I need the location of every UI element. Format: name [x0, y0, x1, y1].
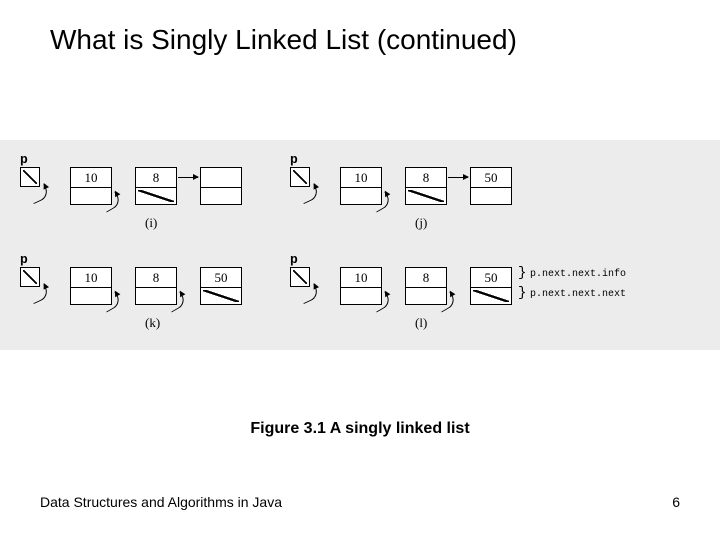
node-next — [201, 288, 241, 304]
node-next — [201, 188, 241, 204]
node-info: 50 — [471, 268, 511, 288]
pointer-label: p — [20, 152, 28, 167]
pointer-label: p — [20, 252, 28, 267]
pointer-box — [290, 167, 310, 187]
node-info: 10 — [71, 268, 111, 288]
node: 50 — [470, 267, 512, 305]
node-next — [136, 188, 176, 204]
node: 8 — [135, 167, 177, 205]
pointer-label: p — [290, 252, 298, 267]
panel-label: (j) — [415, 215, 427, 231]
node-info: 8 — [406, 168, 446, 188]
annotation-info: p.next.next.info — [530, 269, 626, 281]
panel-label: (k) — [145, 315, 160, 331]
node: 50 — [470, 167, 512, 205]
node — [200, 167, 242, 205]
node-info: 10 — [341, 268, 381, 288]
node: 50 — [200, 267, 242, 305]
page-number: 6 — [672, 494, 680, 510]
panel-label: (i) — [145, 215, 157, 231]
figure-area: p 10 8 (i) p 10 8 — [0, 140, 720, 350]
node-info: 8 — [136, 268, 176, 288]
brace-icon: } — [518, 285, 526, 301]
pointer-box — [20, 267, 40, 287]
node: 8 — [405, 167, 447, 205]
brace-icon: } — [518, 265, 526, 281]
pointer-box — [20, 167, 40, 187]
node-info — [201, 168, 241, 188]
panel-label: (l) — [415, 315, 427, 331]
node-info: 8 — [406, 268, 446, 288]
node-next — [406, 188, 446, 204]
node-info: 10 — [71, 168, 111, 188]
footer-source: Data Structures and Algorithms in Java — [40, 494, 282, 510]
node-info: 8 — [136, 168, 176, 188]
node-next — [471, 288, 511, 304]
node-info: 50 — [471, 168, 511, 188]
figure-caption: Figure 3.1 A singly linked list — [0, 420, 720, 438]
node-info: 10 — [341, 168, 381, 188]
annotation-next: p.next.next.next — [530, 289, 626, 301]
page-title: What is Singly Linked List (continued) — [0, 0, 720, 56]
pointer-box — [290, 267, 310, 287]
pointer-label: p — [290, 152, 298, 167]
link-arrow — [178, 177, 198, 178]
node-info: 50 — [201, 268, 241, 288]
link-arrow — [448, 177, 468, 178]
node-next — [471, 188, 511, 204]
